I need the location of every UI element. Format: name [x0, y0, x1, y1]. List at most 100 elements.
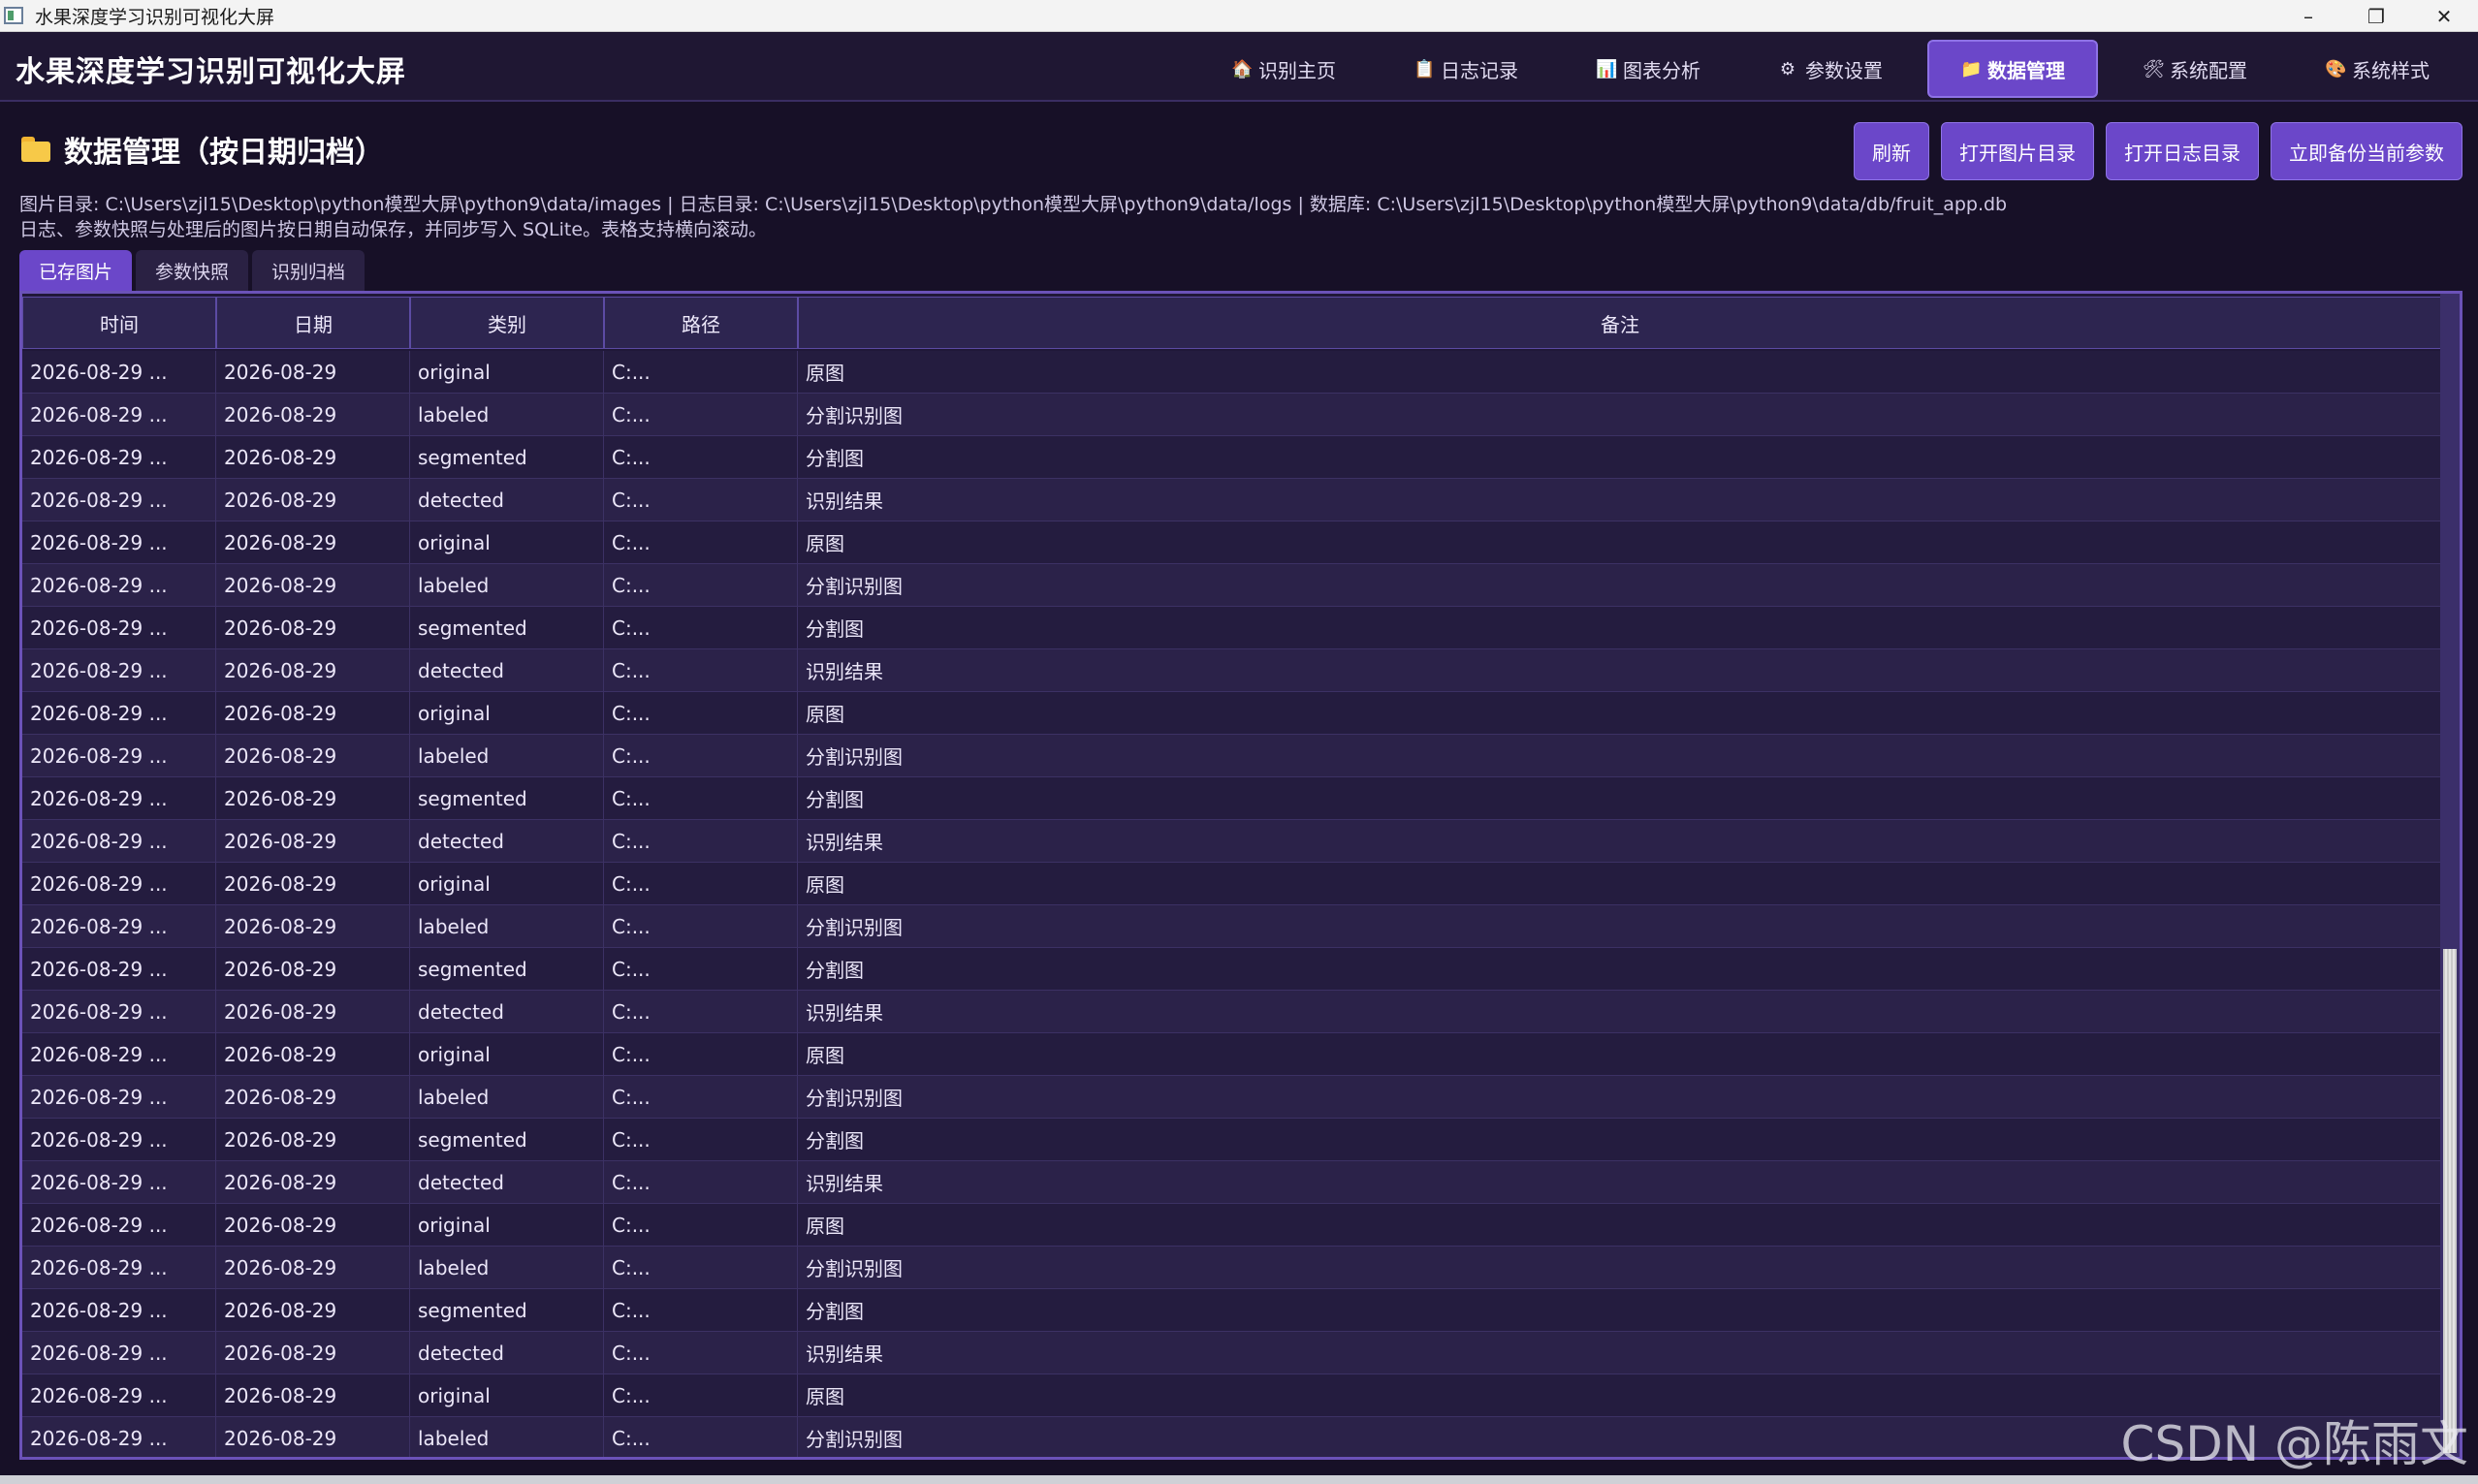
open-image-dir-button[interactable]: 打开图片目录: [1941, 122, 2094, 180]
table-cell: C:...: [604, 1076, 798, 1118]
table-cell: labeled: [410, 394, 604, 435]
table-cell: 分割识别图: [798, 1247, 2442, 1288]
column-header-date[interactable]: 日期: [216, 297, 410, 349]
table-cell: detected: [410, 991, 604, 1032]
nav-tab-label: 系统样式: [2352, 58, 2430, 82]
table-cell: 2026-08-29 ...: [22, 991, 216, 1032]
table-cell: original: [410, 521, 604, 563]
table-row[interactable]: 2026-08-29 ... 2026-08-29 segmented C:... 分割…: [22, 436, 2442, 479]
minimize-button[interactable]: –: [2274, 0, 2342, 32]
table-row[interactable]: 2026-08-29 ... 2026-08-29 detected C:... 识别结…: [22, 820, 2442, 863]
table-cell: 2026-08-29: [216, 1033, 410, 1075]
table-row[interactable]: 2026-08-29 ... 2026-08-29 labeled C:... 分割识别…: [22, 1247, 2442, 1289]
close-button[interactable]: ✕: [2410, 0, 2478, 32]
images-table: 时间 日期 类别 路径 备注 2026-08-29 ... 2026-08-29 o…: [19, 291, 2462, 1460]
table-cell: 2026-08-29 ...: [22, 863, 216, 904]
table-row[interactable]: 2026-08-29 ... 2026-08-29 segmented C:... 分割…: [22, 1119, 2442, 1161]
open-log-dir-button[interactable]: 打开日志目录: [2106, 122, 2259, 180]
nav-tab-1[interactable]: 📋 日志记录: [1381, 40, 1551, 98]
tab-saved-images[interactable]: 已存图片: [19, 250, 133, 291]
table-cell: 2026-08-29: [216, 1247, 410, 1288]
table-cell: C:...: [604, 991, 798, 1032]
table-row[interactable]: 2026-08-29 ... 2026-08-29 original C:... 原图: [22, 351, 2442, 394]
table-row[interactable]: 2026-08-29 ... 2026-08-29 original C:... 原图: [22, 863, 2442, 905]
table-row[interactable]: 2026-08-29 ... 2026-08-29 segmented C:... 分割…: [22, 777, 2442, 820]
folder-icon: [21, 137, 50, 162]
table-cell: C:...: [604, 436, 798, 478]
column-header-path[interactable]: 路径: [604, 297, 798, 349]
table-row[interactable]: 2026-08-29 ... 2026-08-29 original C:... 原图: [22, 521, 2442, 564]
table-cell: 2026-08-29 ...: [22, 692, 216, 734]
table-cell: 分割识别图: [798, 905, 2442, 947]
table-row[interactable]: 2026-08-29 ... 2026-08-29 labeled C:... 分割识别…: [22, 564, 2442, 607]
table-row[interactable]: 2026-08-29 ... 2026-08-29 labeled C:... 分割识别…: [22, 1417, 2442, 1457]
backup-params-button[interactable]: 立即备份当前参数: [2271, 122, 2462, 180]
vertical-scrollbar[interactable]: [2440, 294, 2460, 1457]
table-cell: C:...: [604, 1289, 798, 1331]
table-cell: C:...: [604, 649, 798, 691]
table-row[interactable]: 2026-08-29 ... 2026-08-29 segmented C:... 分割…: [22, 1289, 2442, 1332]
table-cell: 2026-08-29 ...: [22, 1374, 216, 1416]
house-icon: 🏠: [1231, 58, 1254, 79]
table-cell: 分割识别图: [798, 394, 2442, 435]
column-header-category[interactable]: 类别: [410, 297, 604, 349]
table-row[interactable]: 2026-08-29 ... 2026-08-29 original C:... 原图: [22, 692, 2442, 735]
nav-tab-0[interactable]: 🏠 识别主页: [1198, 40, 1369, 98]
table-cell: labeled: [410, 735, 604, 776]
restore-button[interactable]: ❐: [2342, 0, 2410, 32]
table-row[interactable]: 2026-08-29 ... 2026-08-29 labeled C:... 分割识别…: [22, 735, 2442, 777]
nav-tab-6[interactable]: 🎨 系统样式: [2292, 40, 2462, 98]
table-cell: C:...: [604, 1119, 798, 1160]
table-cell: 2026-08-29: [216, 394, 410, 435]
table-row[interactable]: 2026-08-29 ... 2026-08-29 detected C:... 识别结…: [22, 1161, 2442, 1204]
table-cell: original: [410, 1033, 604, 1075]
table-cell: C:...: [604, 351, 798, 393]
nav-tab-label: 数据管理: [1987, 58, 2065, 82]
table-header: 时间 日期 类别 路径 备注: [22, 297, 2442, 349]
column-header-time[interactable]: 时间: [22, 297, 216, 349]
table-cell: C:...: [604, 735, 798, 776]
table-row[interactable]: 2026-08-29 ... 2026-08-29 detected C:... 识别结…: [22, 479, 2442, 521]
table-row[interactable]: 2026-08-29 ... 2026-08-29 labeled C:... 分割识别…: [22, 905, 2442, 948]
folder-icon: 📁: [1960, 58, 1983, 79]
table-cell: 2026-08-29 ...: [22, 564, 216, 606]
table-row[interactable]: 2026-08-29 ... 2026-08-29 segmented C:... 分割…: [22, 607, 2442, 649]
table-row[interactable]: 2026-08-29 ... 2026-08-29 original C:... 原图: [22, 1033, 2442, 1076]
tab-param-snapshots[interactable]: 参数快照: [136, 250, 249, 291]
table-cell: 分割图: [798, 777, 2442, 819]
table-row[interactable]: 2026-08-29 ... 2026-08-29 original C:... 原图: [22, 1374, 2442, 1417]
nav-tab-3[interactable]: ⚙ 参数设置: [1745, 40, 1916, 98]
table-row[interactable]: 2026-08-29 ... 2026-08-29 labeled C:... 分割识别…: [22, 394, 2442, 436]
nav-tab-4[interactable]: 📁 数据管理: [1927, 40, 2098, 98]
table-cell: original: [410, 692, 604, 734]
table-cell: 2026-08-29 ...: [22, 1247, 216, 1288]
table-row[interactable]: 2026-08-29 ... 2026-08-29 segmented C:... 分割…: [22, 948, 2442, 991]
column-header-note[interactable]: 备注: [798, 297, 2442, 349]
nav-tab-2[interactable]: 📊 图表分析: [1563, 40, 1733, 98]
table-row[interactable]: 2026-08-29 ... 2026-08-29 detected C:... 识别结…: [22, 991, 2442, 1033]
table-row[interactable]: 2026-08-29 ... 2026-08-29 detected C:... 识别结…: [22, 649, 2442, 692]
table-cell: C:...: [604, 1247, 798, 1288]
table-cell: segmented: [410, 607, 604, 648]
table-cell: 识别结果: [798, 479, 2442, 521]
table-cell: 2026-08-29: [216, 521, 410, 563]
table-row[interactable]: 2026-08-29 ... 2026-08-29 original C:... 原图: [22, 1204, 2442, 1247]
watermark: CSDN @陈雨文: [2120, 1416, 2468, 1472]
scrollbar-thumb[interactable]: [2443, 949, 2457, 1453]
table-row[interactable]: 2026-08-29 ... 2026-08-29 detected C:... 识别结…: [22, 1332, 2442, 1374]
nav-tab-5[interactable]: 🛠 系统配置: [2110, 40, 2280, 98]
table-cell: segmented: [410, 436, 604, 478]
notepad-icon: 📋: [1414, 58, 1436, 79]
table-cell: 2026-08-29: [216, 351, 410, 393]
table-row[interactable]: 2026-08-29 ... 2026-08-29 labeled C:... 分割识别…: [22, 1076, 2442, 1119]
table-cell: C:...: [604, 564, 798, 606]
table-cell: 原图: [798, 692, 2442, 734]
table-cell: labeled: [410, 905, 604, 947]
window-titlebar: 水果深度学习识别可视化大屏 – ❐ ✕: [0, 0, 2478, 32]
tab-recognition-archive[interactable]: 识别归档: [252, 250, 365, 291]
table-cell: 2026-08-29: [216, 692, 410, 734]
table-cell: 2026-08-29 ...: [22, 1119, 216, 1160]
table-cell: 2026-08-29 ...: [22, 1161, 216, 1203]
refresh-button[interactable]: 刷新: [1854, 122, 1929, 180]
table-cell: 2026-08-29: [216, 1417, 410, 1457]
